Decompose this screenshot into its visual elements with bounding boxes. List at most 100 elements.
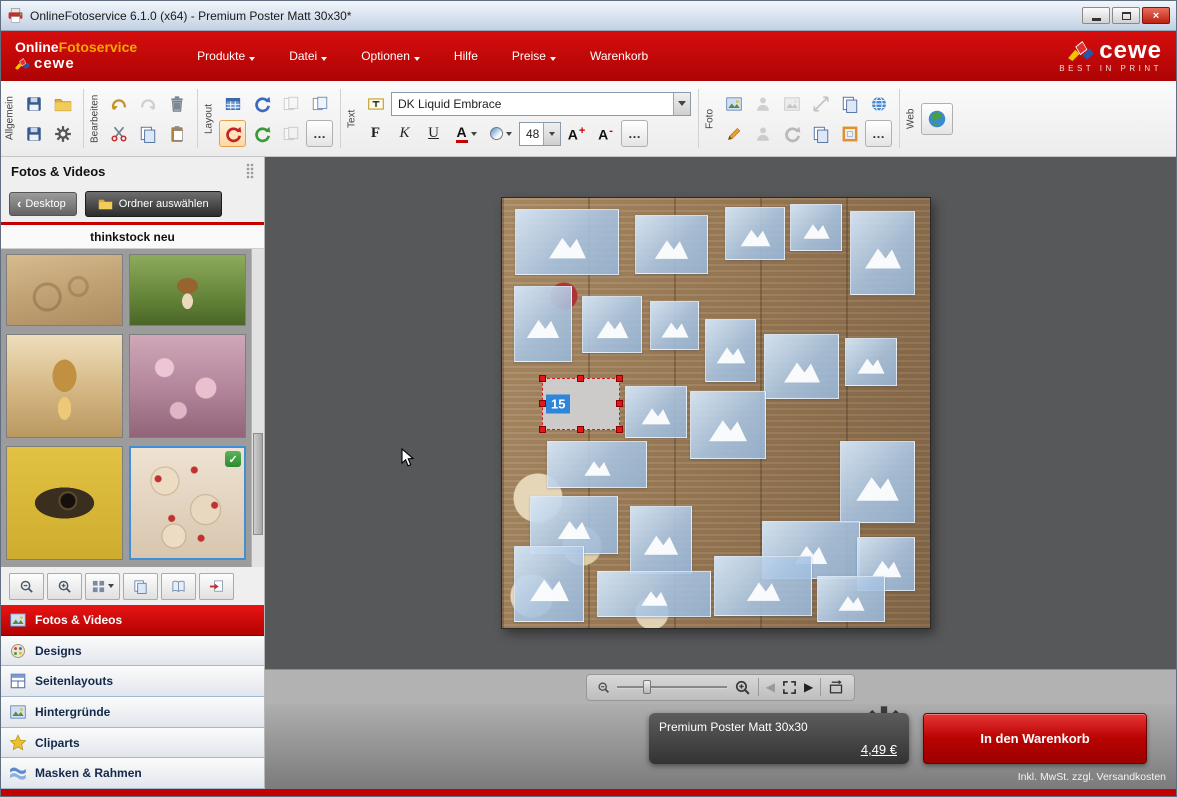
close-button[interactable]: × [1142,7,1170,24]
copy-button[interactable] [134,120,161,147]
photo-placeholder[interactable] [515,209,619,275]
editor-canvas[interactable]: 15 [265,157,1176,669]
selected-photo-frame[interactable]: 15 [542,378,620,430]
resize-handle[interactable] [539,426,546,433]
product-info-box[interactable]: Premium Poster Matt 30x30 4,49 € [649,713,909,764]
font-size-select[interactable]: 48 [519,122,561,146]
view-mode-button[interactable] [85,573,120,600]
photo-copy-button[interactable] [836,90,863,117]
photo-placeholder[interactable] [625,386,687,438]
photo-placeholder[interactable] [630,506,692,574]
resize-handle[interactable] [616,426,623,433]
photo-placeholder[interactable] [850,211,915,295]
settings-button[interactable] [49,120,76,147]
photo-frame-button[interactable] [836,120,863,147]
thumb-pink-cookies[interactable] [129,334,246,438]
menu-optionen[interactable]: Optionen [361,45,420,67]
photo-placeholder[interactable] [690,391,766,459]
paste-button[interactable] [163,120,190,147]
poster-document[interactable]: 15 [501,197,931,629]
zoom-in-thumbs-button[interactable] [47,573,82,600]
photo-placeholder[interactable] [547,441,647,488]
underline-button[interactable]: U [420,120,447,147]
fit-view-button[interactable] [782,680,797,695]
duplicate-page-button[interactable] [306,90,333,117]
resize-handle[interactable] [616,375,623,382]
insert-textfield-button[interactable] [362,90,389,117]
combo-arrow[interactable] [673,93,690,115]
photo-duplicate-button[interactable] [807,120,834,147]
photo-placeholder[interactable] [714,556,812,616]
photo-placeholder[interactable] [817,576,885,622]
zoom-slider-track[interactable] [617,686,727,689]
category-seitenlayouts[interactable]: Seitenlayouts [1,666,264,697]
save-as-button[interactable] [20,120,47,147]
photo-placeholder[interactable] [840,441,915,523]
photo-edit-button[interactable] [720,120,747,147]
open-project-button[interactable] [49,90,76,117]
panel-grip[interactable] [246,163,254,179]
photo-placeholder[interactable] [650,301,699,350]
gradient-color-button[interactable] [485,120,517,147]
undo-button[interactable] [105,90,132,117]
menu-hilfe[interactable]: Hilfe [454,45,478,67]
foto-more-button[interactable]: … [865,120,892,147]
font-size-increase-button[interactable]: A+ [563,120,590,147]
zoom-out-button[interactable] [597,681,610,694]
thumbnail-scrollbar[interactable] [251,249,264,567]
photo-placeholder[interactable] [582,296,642,353]
bold-button[interactable]: F [362,120,389,147]
category-hintergr-nde[interactable]: Hintergründe [1,697,264,728]
cut-button[interactable] [105,120,132,147]
save-button[interactable] [20,90,47,117]
resize-handle[interactable] [539,375,546,382]
category-masken-rahmen[interactable]: Masken & Rahmen [1,758,264,789]
photo-placeholder[interactable] [514,286,572,362]
add-to-cart-button[interactable]: In den Warenkorb [923,713,1147,764]
photo-enhance-button[interactable] [720,90,747,117]
delete-button[interactable] [163,90,190,117]
photo-placeholder[interactable] [845,338,897,386]
pages-view-button[interactable] [123,573,158,600]
maximize-button[interactable] [1112,7,1140,24]
thumb-honey-dipper[interactable] [6,334,123,438]
resize-handle[interactable] [577,426,584,433]
text-more-button[interactable]: … [621,120,648,147]
import-photos-button[interactable] [199,573,234,600]
web-upload-button[interactable] [921,103,953,135]
rotate-left-button[interactable] [219,120,246,147]
resize-handle[interactable] [616,400,623,407]
minimize-button[interactable] [1082,7,1110,24]
product-price[interactable]: 4,49 € [861,742,897,757]
rotate-right-button[interactable] [248,120,275,147]
photo-placeholder[interactable] [725,207,785,260]
resize-handle[interactable] [577,375,584,382]
rotate-page-button[interactable] [248,90,275,117]
thumb-mushroom[interactable] [129,254,246,326]
photo-placeholder[interactable] [514,546,584,622]
zoom-slider[interactable] [617,680,727,694]
back-desktop-button[interactable]: ‹ Desktop [9,192,77,216]
menu-produkte[interactable]: Produkte [197,45,255,67]
font-size-decrease-button[interactable]: A- [592,120,619,147]
rotate-poster-button[interactable] [828,679,844,695]
category-designs[interactable]: Designs [1,636,264,667]
thumb-christmas-cookies[interactable]: ✓ [129,446,246,560]
font-color-button[interactable]: A [449,120,483,147]
choose-folder-button[interactable]: Ordner auswählen [85,191,222,217]
combo-arrow[interactable] [543,123,560,145]
thumb-sand-drawing[interactable] [6,254,123,326]
menu-datei[interactable]: Datei [289,45,327,67]
photo-web-button[interactable] [865,90,892,117]
category-fotos-videos[interactable]: Fotos & Videos [1,605,264,636]
resize-handle[interactable] [539,400,546,407]
photo-placeholder[interactable] [597,571,711,617]
zoom-in-button[interactable] [734,679,751,696]
photo-placeholder[interactable] [790,204,842,251]
category-cliparts[interactable]: Cliparts [1,728,264,759]
zoom-out-thumbs-button[interactable] [9,573,44,600]
zoom-slider-handle[interactable] [643,680,651,694]
album-view-button[interactable] [161,573,196,600]
photo-placeholder[interactable] [764,334,839,399]
scrollbar-thumb[interactable] [253,433,263,535]
